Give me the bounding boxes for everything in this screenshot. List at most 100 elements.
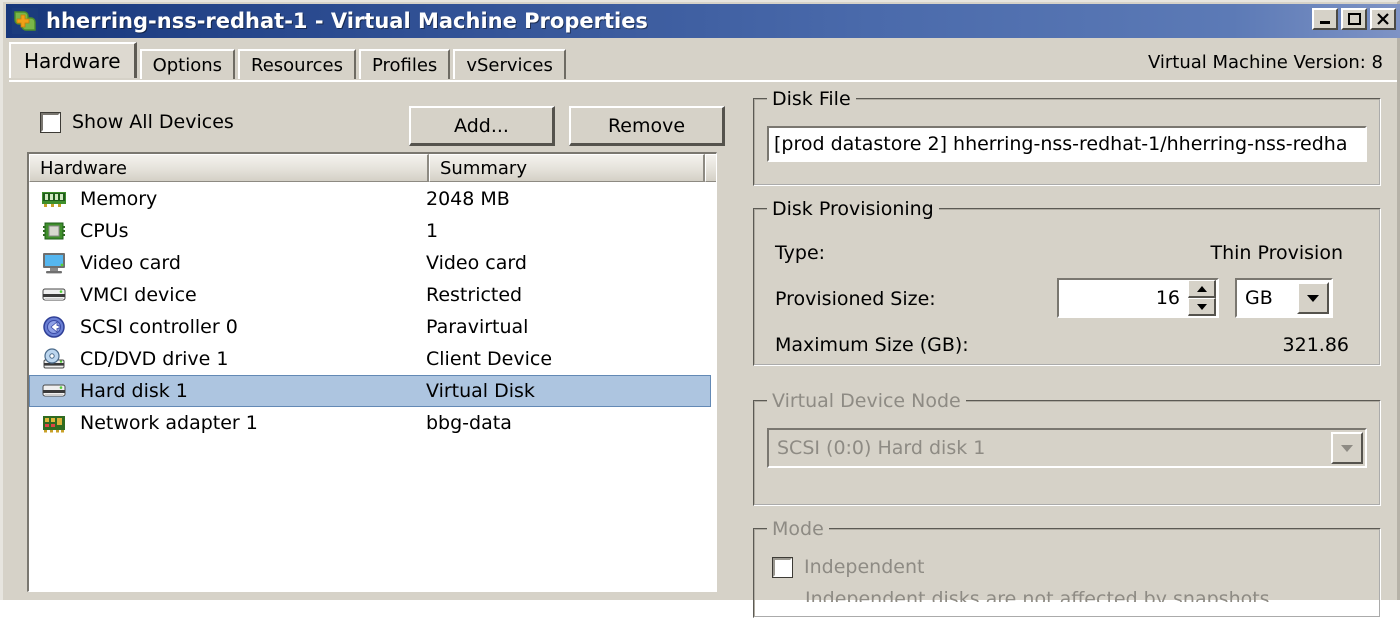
window-title: hherring-nss-redhat-1 - Virtual Machine …: [46, 9, 648, 33]
virtual-device-node-value: SCSI (0:0) Hard disk 1: [777, 437, 986, 459]
column-header-hardware-label: Hardware: [40, 157, 127, 179]
maximum-size-label: Maximum Size (GB):: [775, 334, 969, 356]
virtual-device-node-group: Virtual Device Node SCSI (0:0) Hard disk…: [753, 390, 1381, 506]
provisioned-size-stepper[interactable]: 16: [1057, 278, 1219, 318]
cd-dvd-drive-icon: [40, 347, 68, 371]
scsi-controller-icon: [40, 315, 68, 339]
hardware-summary: bbg-data: [426, 412, 512, 434]
disk-file-group-label: Disk File: [767, 88, 856, 110]
table-row[interactable]: CD/DVD drive 1 Client Device: [29, 343, 716, 375]
disk-provisioning-group-label: Disk Provisioning: [767, 198, 939, 220]
hardware-summary: Paravirtual: [426, 316, 529, 338]
disk-provisioning-group: Disk Provisioning Type: Thin Provision P…: [753, 198, 1381, 366]
column-header-hardware[interactable]: Hardware: [29, 154, 429, 182]
disk-file-group: Disk File [prod datastore 2] hherring-ns…: [753, 88, 1381, 186]
mode-group-label: Mode: [767, 518, 829, 540]
close-button[interactable]: [1370, 8, 1396, 30]
hardware-name: Network adapter 1: [80, 412, 258, 434]
hardware-name: VMCI device: [80, 284, 197, 306]
tab-vservices[interactable]: vServices: [453, 49, 566, 79]
hardware-name: Hard disk 1: [80, 380, 188, 402]
table-row[interactable]: Hard disk 1 Virtual Disk: [29, 375, 711, 407]
hardware-summary: Video card: [426, 252, 527, 274]
tab-resources-label: Resources: [251, 54, 343, 76]
independent-label: Independent: [804, 556, 925, 578]
chevron-down-icon: [1341, 444, 1353, 452]
size-unit-value: GB: [1245, 287, 1273, 309]
hardware-name: SCSI controller 0: [80, 316, 238, 338]
virtual-device-node-select: SCSI (0:0) Hard disk 1: [767, 428, 1367, 468]
tab-profiles-label: Profiles: [371, 54, 438, 76]
title-bar: hherring-nss-redhat-1 - Virtual Machine …: [6, 4, 1400, 38]
table-row[interactable]: Video card Video card: [29, 247, 716, 279]
hardware-list-header: Hardware Summary: [29, 154, 716, 182]
add-button[interactable]: Add...: [409, 106, 555, 146]
tab-content-hardware: Show All Devices Add... Remove Hardware …: [9, 80, 1397, 618]
table-row[interactable]: CPUs 1: [29, 215, 716, 247]
tab-strip: Hardware Options Resources Profiles vSer…: [9, 42, 569, 79]
column-header-summary[interactable]: Summary: [429, 154, 705, 182]
spinner-down-button[interactable]: [1188, 298, 1216, 316]
tab-vservices-label: vServices: [466, 54, 553, 76]
hardware-name: CD/DVD drive 1: [80, 348, 229, 370]
column-header-summary-label: Summary: [440, 157, 527, 179]
hardware-summary: 1: [426, 220, 439, 242]
hardware-summary: Restricted: [426, 284, 523, 306]
chevron-up-icon: [1196, 285, 1207, 292]
window-controls: [1312, 8, 1396, 30]
table-row[interactable]: Network adapter 1 bbg-data: [29, 407, 716, 439]
hardware-list[interactable]: Hardware Summary Memory 2048 MB CPUs 1 V…: [27, 152, 717, 592]
tab-hardware[interactable]: Hardware: [9, 42, 137, 78]
size-unit-select[interactable]: GB: [1235, 278, 1333, 318]
hardware-list-rows: Memory 2048 MB CPUs 1 Video card Video c…: [29, 183, 716, 591]
table-row[interactable]: Memory 2048 MB: [29, 183, 716, 215]
cpu-icon: [40, 219, 68, 243]
show-all-devices-label: Show All Devices: [72, 111, 234, 133]
video-card-icon: [40, 251, 68, 275]
tab-profiles[interactable]: Profiles: [358, 49, 451, 79]
hardware-summary: Virtual Disk: [426, 380, 535, 402]
show-all-devices-checkbox[interactable]: Show All Devices: [40, 111, 234, 133]
virtual-device-node-group-label: Virtual Device Node: [767, 390, 966, 412]
tab-hardware-label: Hardware: [24, 49, 121, 73]
disk-file-input[interactable]: [prod datastore 2] hherring-nss-redhat-1…: [767, 126, 1367, 162]
hardware-name: CPUs: [80, 220, 129, 242]
checkbox-box: [40, 111, 61, 133]
independent-checkbox: Independent: [772, 556, 925, 578]
hardware-summary: 2048 MB: [426, 188, 510, 210]
table-row[interactable]: SCSI controller 0 Paravirtual: [29, 311, 716, 343]
hardware-name: Memory: [80, 188, 158, 210]
vm-properties-window: hherring-nss-redhat-1 - Virtual Machine …: [0, 0, 1400, 618]
tab-resources[interactable]: Resources: [238, 49, 356, 79]
tab-options-label: Options: [152, 54, 223, 76]
checkbox-box: [772, 556, 793, 578]
maximize-button[interactable]: [1341, 8, 1367, 30]
maximum-size-value: 321.86: [1282, 334, 1349, 356]
remove-button[interactable]: Remove: [569, 106, 725, 146]
hardware-summary: Client Device: [426, 348, 553, 370]
mode-group: Mode Independent Independent disks are n…: [753, 518, 1381, 618]
chevron-down-icon: [1196, 303, 1207, 310]
hardware-toolbar: Show All Devices Add... Remove: [23, 102, 725, 148]
add-button-label: Add...: [454, 114, 509, 137]
provisioned-size-value[interactable]: 16: [1059, 287, 1188, 309]
disk-type-value: Thin Provision: [1210, 242, 1343, 264]
spinner-up-button[interactable]: [1188, 280, 1216, 298]
remove-button-label: Remove: [607, 114, 686, 137]
hard-disk-icon: [40, 379, 68, 403]
tab-options[interactable]: Options: [139, 49, 236, 79]
virtual-device-node-dropdown-button: [1331, 432, 1363, 464]
memory-icon: [40, 187, 68, 211]
vm-properties-icon: [12, 8, 38, 34]
hardware-name: Video card: [80, 252, 181, 274]
minimize-button[interactable]: [1312, 8, 1338, 30]
chevron-down-icon: [1307, 294, 1319, 302]
vm-version-label: Virtual Machine Version: 8: [1147, 52, 1383, 73]
table-row[interactable]: VMCI device Restricted: [29, 279, 716, 311]
spinner-arrows: [1188, 280, 1216, 316]
size-unit-dropdown-button[interactable]: [1297, 282, 1329, 314]
disk-type-label: Type:: [775, 242, 826, 264]
provisioned-size-label: Provisioned Size:: [775, 288, 936, 310]
vmci-device-icon: [40, 283, 68, 307]
network-adapter-icon: [40, 411, 68, 435]
